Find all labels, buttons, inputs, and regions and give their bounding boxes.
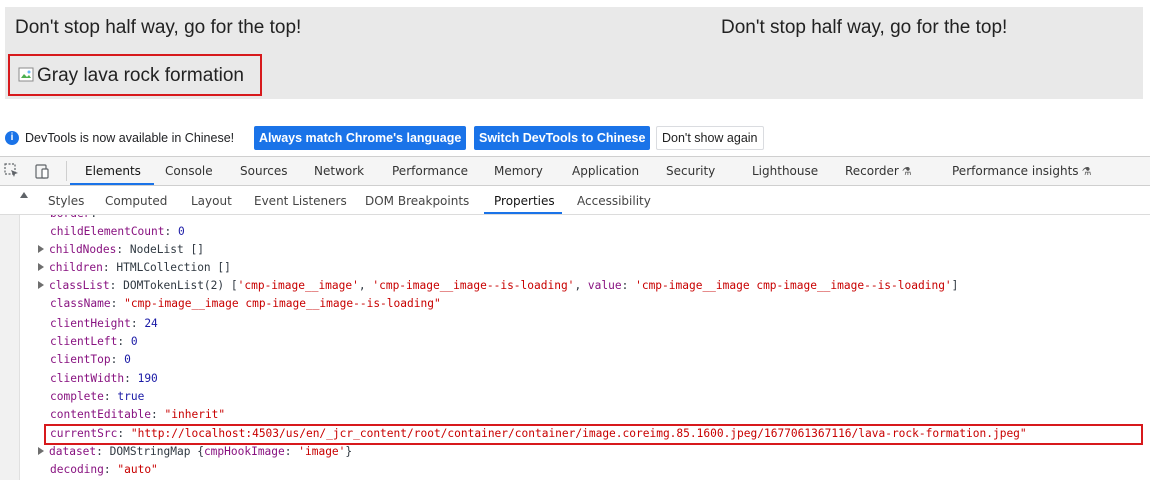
- property-row: childElementCount: 0: [50, 225, 185, 238]
- tab-network[interactable]: Network: [314, 164, 364, 178]
- active-tab-indicator: [70, 183, 154, 185]
- property-row: border:: [50, 215, 97, 223]
- subtab-computed[interactable]: Computed: [105, 194, 167, 208]
- property-value: 0: [178, 225, 185, 238]
- page-viewport: Don't stop half way, go for the top! Don…: [5, 7, 1143, 99]
- property-key: childNodes: [49, 243, 117, 256]
- tab-performance-insights[interactable]: Performance insights ⚗: [952, 164, 1091, 178]
- broken-image: Gray lava rock formation: [8, 54, 262, 96]
- property-value: 0: [124, 353, 131, 366]
- property-key: clientTop: [50, 353, 111, 366]
- page-headline-right: Don't stop half way, go for the top!: [721, 17, 1008, 38]
- tab-application[interactable]: Application: [572, 164, 639, 178]
- property-key: decoding: [50, 463, 104, 476]
- property-value: 0: [130, 335, 138, 348]
- property-row: clientTop: 0: [50, 353, 131, 366]
- subtab-layout[interactable]: Layout: [191, 194, 232, 208]
- tab-recorder[interactable]: Recorder ⚗: [845, 164, 912, 178]
- property-row: complete: true: [50, 390, 145, 403]
- property-key: clientWidth: [50, 372, 125, 385]
- property-key: contentEditable: [50, 408, 152, 421]
- tab-lighthouse[interactable]: Lighthouse: [752, 164, 818, 178]
- property-value: true: [117, 390, 145, 403]
- property-value: "cmp-image__image cmp-image__image--is-l…: [124, 297, 441, 310]
- tab-sources[interactable]: Sources: [240, 164, 287, 178]
- property-key: classList: [49, 279, 110, 292]
- tab-performance-insights-label: Performance insights: [952, 164, 1079, 178]
- property-row: decoding: "auto": [50, 463, 158, 476]
- dont-show-again-button[interactable]: Don't show again: [656, 126, 764, 150]
- subtab-event-listeners[interactable]: Event Listeners: [254, 194, 347, 208]
- switch-to-chinese-button[interactable]: Switch DevTools to Chinese: [474, 126, 651, 150]
- property-value: 190: [137, 372, 158, 385]
- property-row[interactable]: children: HTMLCollection []: [38, 259, 231, 277]
- property-key: clientHeight: [50, 317, 131, 330]
- expand-arrow-icon[interactable]: [38, 245, 44, 253]
- properties-pane: border: childElementCount: 0 childNodes:…: [0, 215, 1150, 480]
- devtools-main-tabbar: Elements Console Sources Network Perform…: [0, 156, 1150, 186]
- device-toggle-icon[interactable]: [34, 163, 50, 179]
- active-subtab-indicator: [484, 212, 562, 214]
- always-match-language-button[interactable]: Always match Chrome's language: [254, 126, 467, 150]
- tab-recorder-label: Recorder: [845, 164, 899, 178]
- property-row[interactable]: childNodes: NodeList []: [38, 241, 204, 259]
- property-key: dataset: [49, 445, 97, 458]
- tab-memory[interactable]: Memory: [494, 164, 543, 178]
- info-icon: i: [5, 131, 19, 145]
- experiment-flask-icon: ⚗: [901, 165, 912, 178]
- property-value: 24: [144, 317, 158, 330]
- property-value: NodeList []: [129, 243, 204, 256]
- scroll-up-arrow-icon[interactable]: [20, 192, 28, 198]
- tab-elements[interactable]: Elements: [85, 164, 141, 178]
- property-value: "auto": [117, 463, 158, 476]
- subtab-accessibility[interactable]: Accessibility: [577, 194, 651, 208]
- subtab-dom-breakpoints[interactable]: DOM Breakpoints: [365, 194, 469, 208]
- property-row: className: "cmp-image__image cmp-image__…: [50, 297, 441, 310]
- subtab-styles[interactable]: Styles: [48, 194, 84, 208]
- subtab-properties[interactable]: Properties: [494, 194, 555, 208]
- experiment-flask-icon: ⚗: [1081, 165, 1092, 178]
- property-value: "inherit": [164, 408, 226, 421]
- elements-sidebar-tabbar: Styles Computed Layout Event Listeners D…: [0, 187, 1150, 215]
- expand-arrow-icon[interactable]: [38, 281, 44, 289]
- property-row: clientLeft: 0: [50, 335, 138, 348]
- toolbar-separator: [66, 161, 67, 181]
- property-row[interactable]: classList: DOMTokenList(2) ['cmp-image__…: [38, 277, 958, 295]
- image-alt-text: Gray lava rock formation: [37, 65, 244, 86]
- property-row: clientHeight: 24: [50, 317, 158, 330]
- tab-security[interactable]: Security: [666, 164, 715, 178]
- property-row[interactable]: dataset: DOMStringMap {cmpHookImage: 'im…: [38, 443, 352, 461]
- property-key: childElementCount: [50, 225, 165, 238]
- property-row: contentEditable: "inherit": [50, 408, 226, 421]
- expand-arrow-icon[interactable]: [38, 447, 44, 455]
- property-key: clientLeft: [50, 335, 118, 348]
- tab-performance[interactable]: Performance: [392, 164, 468, 178]
- page-headline-left: Don't stop half way, go for the top!: [15, 17, 302, 38]
- devtools-language-infobar: i DevTools is now available in Chinese! …: [0, 124, 1150, 152]
- inspect-element-icon[interactable]: [4, 163, 20, 179]
- property-key: complete: [50, 390, 104, 403]
- properties-gutter: [0, 215, 20, 480]
- infobar-message: DevTools is now available in Chinese!: [25, 131, 235, 145]
- property-row: clientWidth: 190: [50, 372, 158, 385]
- property-key: border: [50, 215, 90, 220]
- current-src-highlight-box: [44, 424, 1143, 445]
- property-key: className: [50, 297, 111, 310]
- property-value: HTMLCollection []: [116, 261, 231, 274]
- property-key: children: [49, 261, 103, 274]
- tab-console[interactable]: Console: [165, 164, 213, 178]
- broken-image-icon: [18, 67, 34, 82]
- expand-arrow-icon[interactable]: [38, 263, 44, 271]
